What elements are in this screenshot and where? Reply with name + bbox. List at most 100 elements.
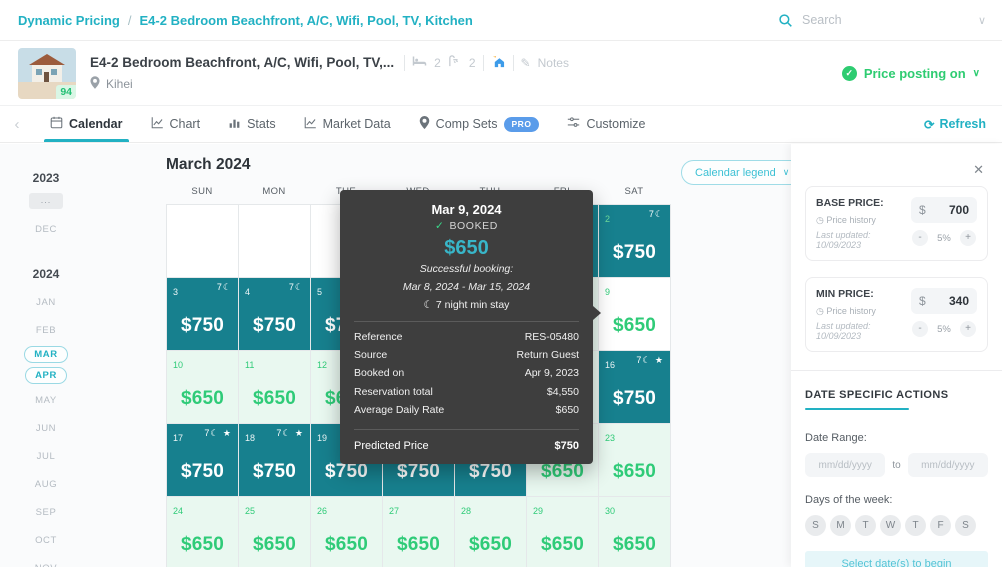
- property-thumbnail: 94: [18, 48, 76, 99]
- tooltip-row-value: Apr 9, 2023: [525, 367, 579, 379]
- min-price-history-link[interactable]: ◷ Price history: [816, 306, 911, 317]
- dow-circle-5[interactable]: F: [930, 515, 951, 536]
- notes-label[interactable]: Notes: [538, 56, 569, 70]
- base-price-decrement-button[interactable]: -: [912, 230, 928, 246]
- tab-label: Stats: [247, 117, 276, 131]
- tooltip-row-value: RES-05480: [525, 331, 579, 343]
- base-price-step-value: 5%: [937, 233, 951, 244]
- calendar-cell-27[interactable]: 27$650: [383, 497, 455, 567]
- month-jan[interactable]: JAN: [26, 294, 66, 311]
- pin-icon: [419, 116, 430, 132]
- tab-calendar[interactable]: Calendar: [36, 106, 137, 142]
- chevron-down-icon[interactable]: ∨: [978, 14, 986, 27]
- clock-icon: ◷: [816, 215, 824, 225]
- day-number: 5: [317, 287, 322, 297]
- calendar-cell-18[interactable]: 187☾ ★$750: [239, 424, 311, 497]
- calendar-cell-30[interactable]: 30$650: [599, 497, 671, 567]
- min-price-label: MIN PRICE:: [816, 288, 911, 300]
- calendar-cell-3[interactable]: 37☾$750: [167, 278, 239, 351]
- close-icon[interactable]: ✕: [973, 162, 984, 178]
- refresh-button[interactable]: ⟳ Refresh: [924, 117, 986, 132]
- calendar-cell-28[interactable]: 28$650: [455, 497, 527, 567]
- tooltip-divider: [354, 321, 579, 322]
- cell-price: $650: [245, 534, 304, 556]
- tooltip-arrow: [593, 306, 601, 320]
- month-nov[interactable]: NOV: [25, 560, 67, 567]
- base-price-increment-button[interactable]: +: [960, 230, 976, 246]
- collapsed-months-button[interactable]: ...: [29, 193, 63, 209]
- month-jul[interactable]: JUL: [27, 448, 66, 465]
- search-placeholder: Search: [802, 13, 842, 27]
- select-dates-cta[interactable]: Select date(s) to begin: [805, 551, 988, 567]
- tab-comp-sets[interactable]: Comp Sets PRO: [405, 106, 554, 142]
- search-box[interactable]: Search ∨: [778, 13, 986, 28]
- calendar-cell-4[interactable]: 47☾$750: [239, 278, 311, 351]
- tab-label: Calendar: [69, 117, 123, 131]
- dow-circle-4[interactable]: T: [905, 515, 926, 536]
- breadcrumb-root[interactable]: Dynamic Pricing: [18, 13, 120, 28]
- month-aug[interactable]: AUG: [25, 476, 67, 493]
- dow-circle-6[interactable]: S: [955, 515, 976, 536]
- tooltip-min-stay: ☾ 7 night min stay: [354, 299, 579, 311]
- tab-market-data[interactable]: Market Data: [290, 106, 405, 142]
- base-price-history-link[interactable]: ◷ Price history: [816, 215, 911, 226]
- cell-price: $750: [245, 315, 304, 337]
- tab-label: Comp Sets: [436, 117, 498, 131]
- calendar-cell-9[interactable]: 9$650: [599, 278, 671, 351]
- month-dec[interactable]: DEC: [25, 221, 67, 238]
- calendar-cell-25[interactable]: 25$650: [239, 497, 311, 567]
- dow-circle-3[interactable]: W: [880, 515, 901, 536]
- min-price-last-updated: Last updated: 10/09/2023: [816, 321, 911, 341]
- base-price-input[interactable]: $ 700: [911, 197, 977, 223]
- month-oct[interactable]: OCT: [25, 532, 67, 549]
- calendar-cell-26[interactable]: 26$650: [311, 497, 383, 567]
- currency-symbol: $: [919, 203, 926, 217]
- price-posting-toggle[interactable]: ✓ Price posting on ∨: [842, 66, 980, 81]
- dow-circle-2[interactable]: T: [855, 515, 876, 536]
- min-price-step-value: 5%: [937, 324, 951, 335]
- day-number: 28: [461, 506, 471, 516]
- tab-stats[interactable]: Stats: [214, 106, 290, 142]
- refresh-label: Refresh: [939, 117, 986, 131]
- calendar-cell-24[interactable]: 24$650: [167, 497, 239, 567]
- calendar-cell-16[interactable]: 167☾ ★$750: [599, 351, 671, 424]
- tab-customize[interactable]: Customize: [553, 106, 659, 142]
- calendar-cell-10[interactable]: 10$650: [167, 351, 239, 424]
- month-jun[interactable]: JUN: [26, 420, 66, 437]
- calendar-cell-17[interactable]: 177☾ ★$750: [167, 424, 239, 497]
- month-apr[interactable]: APR: [25, 367, 67, 384]
- day-number: 3: [173, 287, 178, 297]
- calendar-cell-29[interactable]: 29$650: [527, 497, 599, 567]
- tab-chart[interactable]: Chart: [137, 106, 215, 142]
- cell-price: $750: [173, 315, 232, 337]
- min-stay-moon-star-icons: 7☾: [649, 209, 664, 220]
- calendar-legend-label: Calendar legend: [695, 167, 776, 179]
- check-circle-icon: ✓: [842, 66, 857, 81]
- dow-circle-1[interactable]: M: [830, 515, 851, 536]
- pro-badge: PRO: [504, 117, 540, 132]
- min-price-card: MIN PRICE: ◷ Price history Last updated:…: [805, 277, 988, 352]
- calendar-cell-2[interactable]: 27☾$750: [599, 205, 671, 278]
- predicted-price-value: $750: [555, 440, 579, 452]
- month-mar[interactable]: MAR: [24, 346, 67, 363]
- date-range-start-input[interactable]: mm/dd/yyyy: [805, 453, 885, 477]
- min-price-increment-button[interactable]: +: [960, 321, 976, 337]
- cell-price: $650: [317, 534, 376, 556]
- day-header-mon: MON: [238, 186, 310, 197]
- scroll-left-icon[interactable]: ‹: [6, 116, 28, 133]
- month-sep[interactable]: SEP: [26, 504, 67, 521]
- month-feb[interactable]: FEB: [26, 322, 66, 339]
- day-number: 27: [389, 506, 399, 516]
- calendar-legend-button[interactable]: Calendar legend ∨: [681, 160, 803, 185]
- cell-price: $750: [173, 461, 232, 483]
- dow-circle-0[interactable]: S: [805, 515, 826, 536]
- min-price-decrement-button[interactable]: -: [912, 321, 928, 337]
- min-price-input[interactable]: $ 340: [911, 288, 977, 314]
- day-number: 23: [605, 433, 615, 443]
- month-may[interactable]: MAY: [25, 392, 67, 409]
- cell-price: $750: [605, 242, 664, 264]
- cell-price: $650: [173, 534, 232, 556]
- calendar-cell-23[interactable]: 23$650: [599, 424, 671, 497]
- calendar-cell-11[interactable]: 11$650: [239, 351, 311, 424]
- date-range-end-input[interactable]: mm/dd/yyyy: [908, 453, 988, 477]
